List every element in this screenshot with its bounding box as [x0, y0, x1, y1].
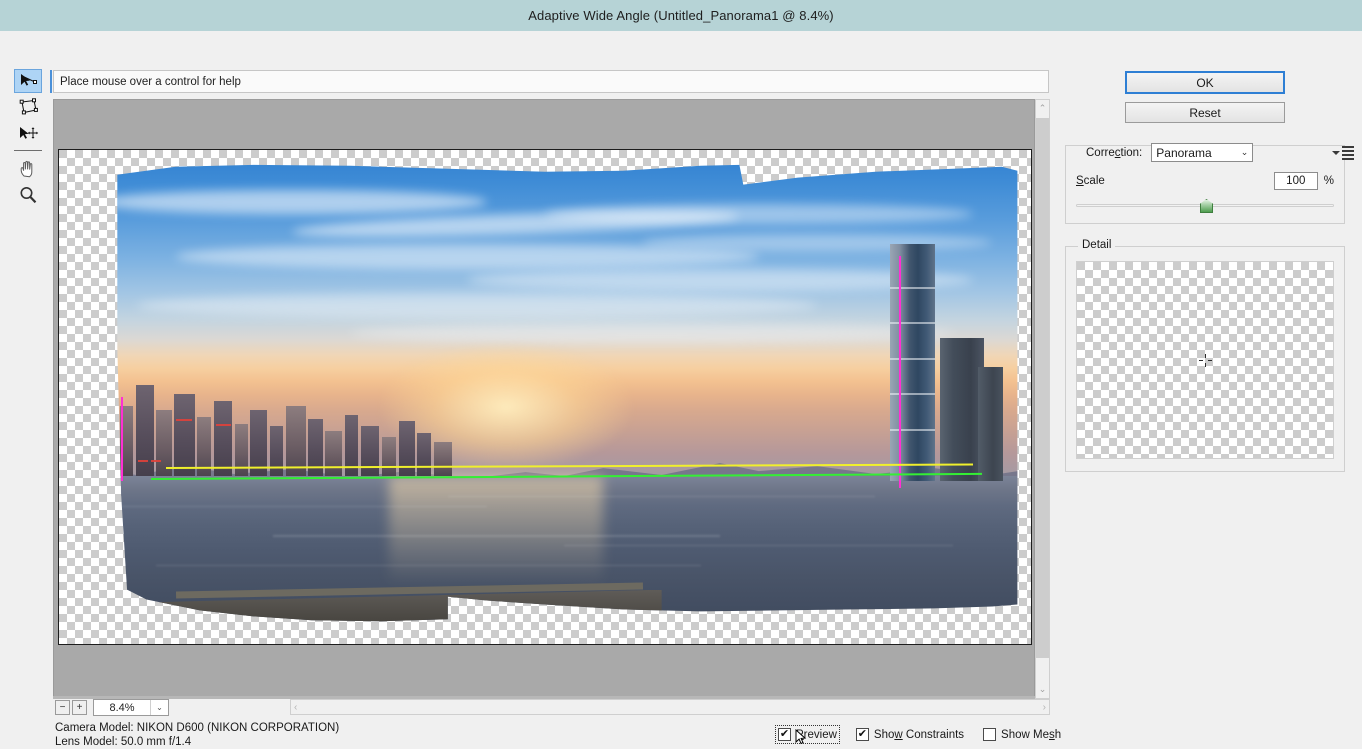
show-constraints-label: Show Constraints — [874, 729, 964, 741]
scale-label: Scale — [1076, 175, 1105, 187]
zoom-controls: − + 8.4% ⌄ — [55, 699, 169, 716]
show-constraints-checkbox[interactable]: ✔ Show Constraints — [856, 728, 964, 741]
tool-move[interactable] — [14, 121, 42, 145]
tool-polygon-constraint[interactable] — [14, 95, 42, 119]
dialog-body: Place mouse over a control for help — [0, 31, 1362, 734]
preview-checkbox[interactable]: ✔ Preview — [778, 728, 837, 741]
zoom-level-value: 8.4% — [94, 702, 150, 714]
tool-divider — [14, 150, 42, 151]
correction-select[interactable]: Panorama ⌄ — [1151, 143, 1253, 162]
chevron-down-icon[interactable]: ⌄ — [150, 700, 168, 715]
zoom-out-button[interactable]: − — [55, 700, 70, 715]
view-options: ✔ Preview ✔ Show Constraints Show Mesh — [778, 728, 1061, 741]
preview-checkbox-box[interactable]: ✔ — [778, 728, 791, 741]
lens-model-label: Lens Model: 50.0 mm f/1.4 — [55, 736, 339, 749]
residential-tower-2 — [978, 367, 1003, 481]
correction-label: Correction: — [1083, 147, 1145, 159]
city-skyline-left — [69, 362, 516, 476]
mouse-cursor — [795, 729, 807, 746]
tool-hand[interactable] — [14, 157, 42, 181]
triangle-icon — [1332, 151, 1340, 155]
constraint-line-vertical-icc[interactable] — [899, 256, 901, 488]
canvas-vertical-scrollbar[interactable]: ⌃ ⌄ — [1035, 99, 1050, 699]
right-panel: OK Reset Scale 100 % — [1065, 71, 1345, 472]
image-frame[interactable] — [58, 149, 1032, 645]
zoom-level-combobox[interactable]: 8.4% ⌄ — [93, 699, 169, 716]
canvas-horizontal-scrollbar[interactable]: ‹ › — [290, 699, 1050, 715]
scroll-right-arrow[interactable]: › — [1043, 702, 1046, 713]
tool-palette — [14, 69, 44, 209]
detail-group-label: Detail — [1078, 239, 1115, 251]
tool-constraint[interactable] — [14, 69, 42, 93]
show-mesh-checkbox-box[interactable] — [983, 728, 996, 741]
help-text: Place mouse over a control for help — [54, 76, 241, 88]
help-strip: Place mouse over a control for help — [53, 70, 1049, 93]
detail-group: Detail — [1065, 246, 1345, 472]
magnifier-icon — [18, 185, 38, 205]
crosshair-cursor-icon — [1199, 354, 1212, 367]
hamburger-icon — [1342, 146, 1354, 160]
panel-menu-icon[interactable] — [1329, 146, 1357, 160]
chevron-down-icon[interactable]: ⌄ — [1241, 147, 1249, 158]
scroll-up-arrow[interactable]: ⌃ — [1036, 100, 1049, 117]
move-icon — [17, 125, 39, 141]
show-constraints-checkbox-box[interactable]: ✔ — [856, 728, 869, 741]
panorama-preview — [59, 150, 1031, 644]
tool-zoom[interactable] — [14, 183, 42, 207]
constraint-icon — [18, 73, 38, 89]
help-accent-bar — [50, 70, 52, 93]
scale-slider[interactable] — [1076, 199, 1334, 211]
dialog-title: Adaptive Wide Angle (Untitled_Panorama1 … — [528, 8, 834, 23]
scale-input[interactable]: 100 — [1274, 172, 1318, 190]
image-metadata: Camera Model: NIKON D600 (NIKON CORPORAT… — [55, 722, 339, 749]
vertical-scroll-thumb[interactable] — [1036, 118, 1049, 658]
ok-button[interactable]: OK — [1125, 71, 1285, 94]
scale-slider-handle[interactable] — [1200, 199, 1213, 213]
zoom-in-button[interactable]: + — [72, 700, 87, 715]
correction-value: Panorama — [1156, 146, 1211, 160]
sun-reflection — [389, 476, 603, 585]
scroll-down-arrow[interactable]: ⌄ — [1036, 681, 1049, 698]
adaptive-wide-angle-dialog: Adaptive Wide Angle (Untitled_Panorama1 … — [0, 0, 1362, 734]
constraint-line-vertical-left[interactable] — [121, 397, 123, 481]
scale-unit-label: % — [1324, 175, 1334, 187]
icc-tower — [890, 244, 935, 481]
hand-icon — [18, 159, 38, 179]
title-bar: Adaptive Wide Angle (Untitled_Panorama1 … — [0, 0, 1362, 31]
show-mesh-label: Show Mesh — [1001, 729, 1061, 741]
correction-row: Correction: Panorama ⌄ — [1083, 143, 1357, 162]
scroll-left-arrow[interactable]: ‹ — [294, 702, 297, 713]
reset-button[interactable]: Reset — [1125, 102, 1285, 123]
image-canvas[interactable] — [53, 99, 1035, 699]
detail-preview[interactable] — [1076, 261, 1334, 459]
polygon-constraint-icon — [17, 98, 39, 116]
camera-model-label: Camera Model: NIKON D600 (NIKON CORPORAT… — [55, 722, 339, 736]
show-mesh-checkbox[interactable]: Show Mesh — [983, 728, 1061, 741]
